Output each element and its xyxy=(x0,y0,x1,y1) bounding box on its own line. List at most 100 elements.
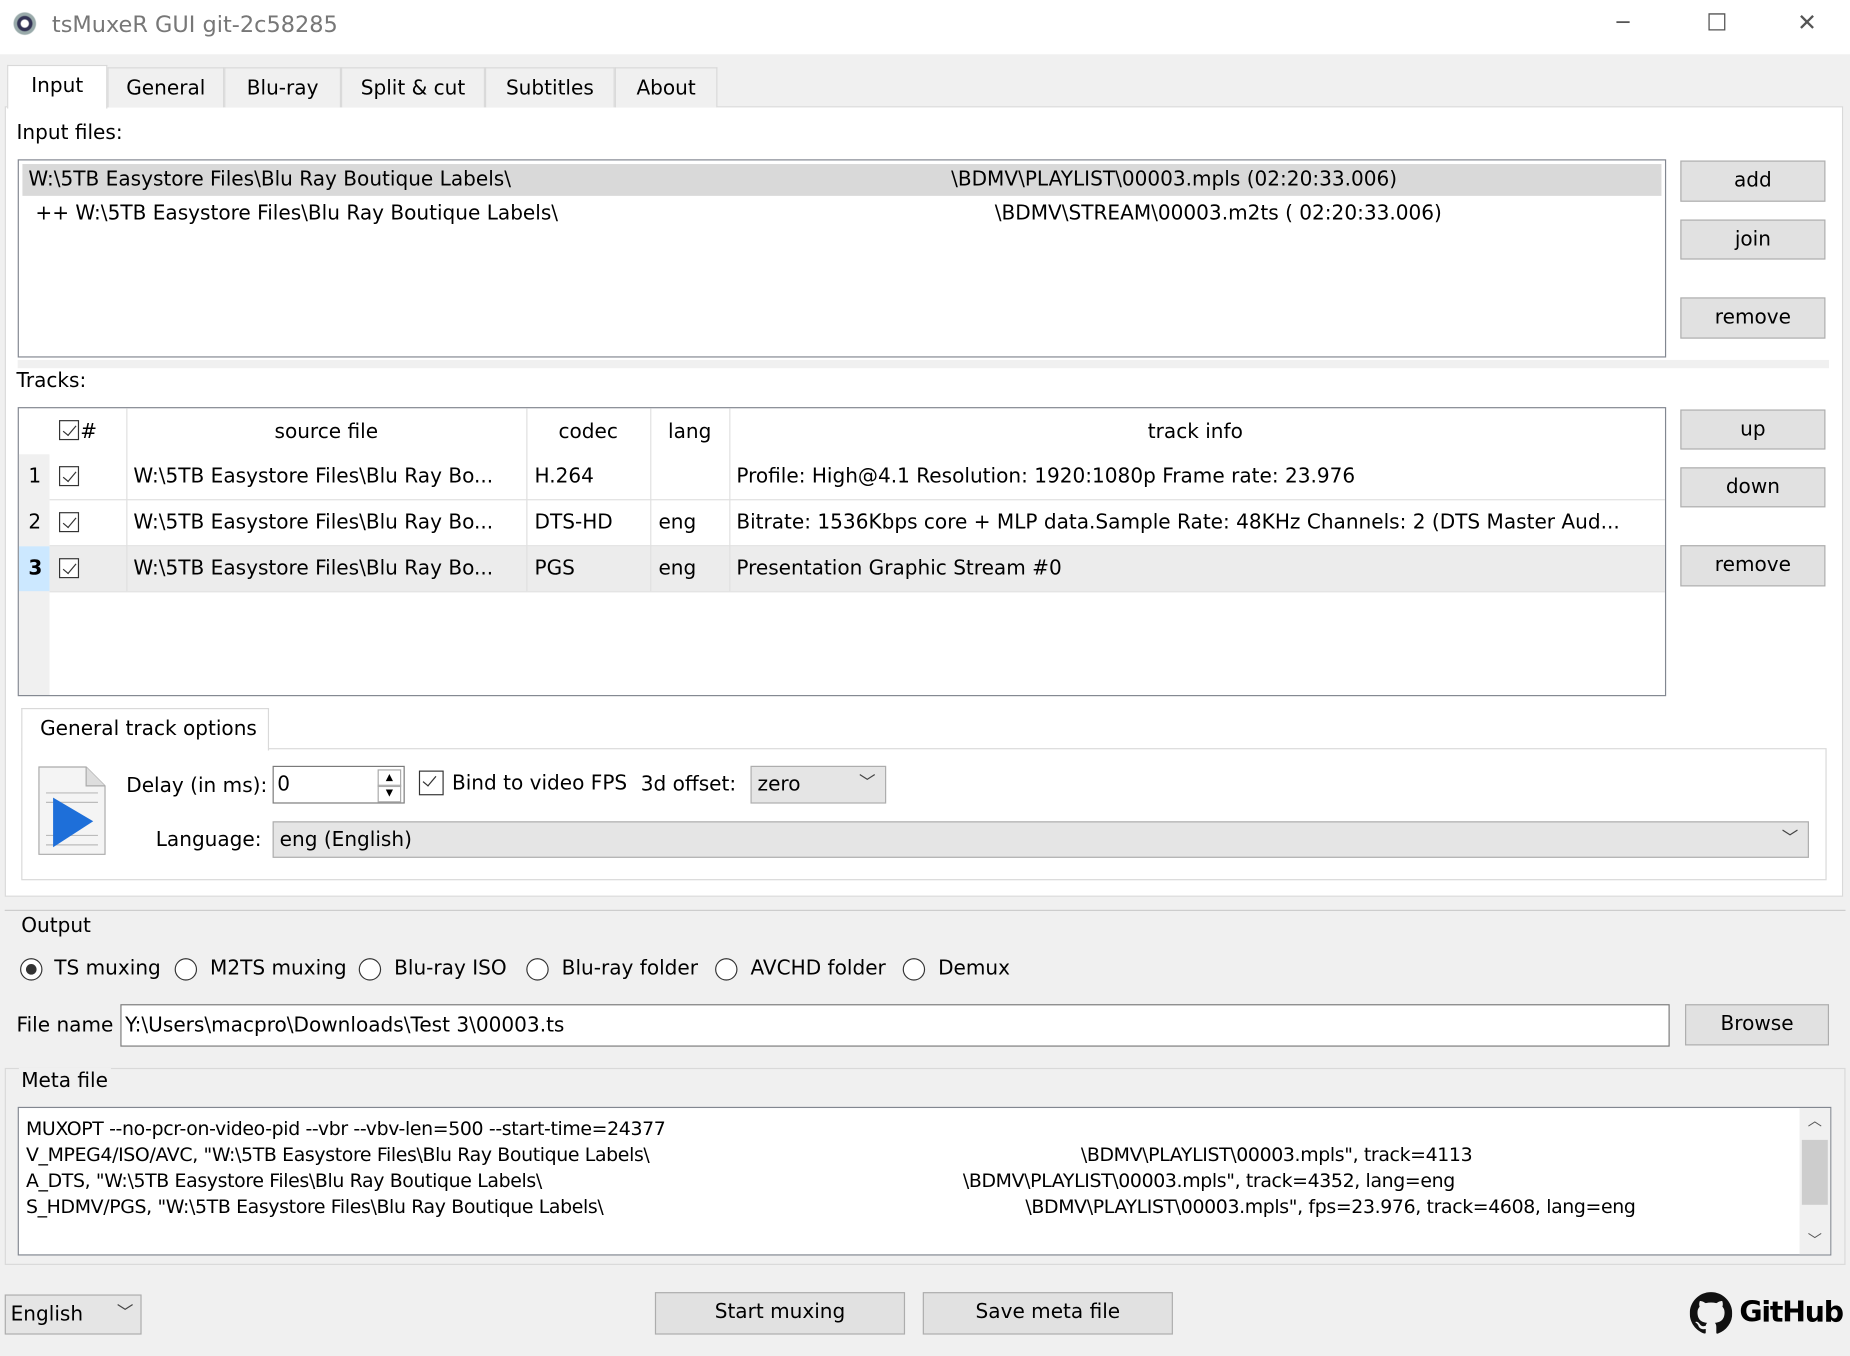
add-button[interactable]: add xyxy=(1680,160,1826,202)
meta-line-tail: \BDMV\PLAYLIST\00003.mpls", track=4352, … xyxy=(962,1169,1455,1192)
track-source: W:\5TB Easystore Files\Blu Ray Bo... xyxy=(133,510,494,535)
row-number: 3 xyxy=(28,556,43,581)
github-icon xyxy=(1689,1292,1733,1334)
blu-ray-folder-radio[interactable] xyxy=(526,958,549,981)
track-options-tab-label: General track options xyxy=(40,717,257,742)
track-codec: H.264 xyxy=(534,464,594,489)
offset-label: 3d offset: xyxy=(640,772,737,797)
scrollbar-thumb[interactable] xyxy=(1801,1139,1828,1205)
tab-input[interactable]: Input xyxy=(7,64,108,109)
scroll-down-icon[interactable]: ﹀ xyxy=(1799,1230,1830,1250)
bind-fps-label: Bind to video FPS xyxy=(451,771,628,796)
meta-line-tail: \BDMV\PLAYLIST\00003.mpls", fps=23.976, … xyxy=(1025,1195,1636,1218)
input-file-path: W:\5TB Easystore Files\Blu Ray Boutique … xyxy=(28,167,511,192)
offset-value: zero xyxy=(757,772,801,797)
avchd-folder-radio[interactable] xyxy=(715,958,738,981)
close-button[interactable]: ✕ xyxy=(1797,9,1817,35)
down-button[interactable]: down xyxy=(1680,467,1826,508)
window-title: tsMuxeR GUI git-2c58285 xyxy=(51,11,338,38)
tab-subtitles[interactable]: Subtitles xyxy=(484,67,615,108)
ts-muxing-radio[interactable] xyxy=(20,958,43,981)
row-number: 2 xyxy=(28,510,42,535)
tsmuxer-window: tsMuxeR GUI git-2c58285 ─ ☐ ✕ Input Gene… xyxy=(0,0,1850,1356)
tab-split-cut[interactable]: Split & cut xyxy=(341,67,485,108)
video-file-icon xyxy=(37,765,108,857)
language-value: eng (English) xyxy=(279,828,412,852)
remove-file-button[interactable]: remove xyxy=(1680,297,1826,339)
blu-ray-iso-radio[interactable] xyxy=(358,958,382,981)
language-label: Language: xyxy=(155,828,262,852)
up-button[interactable]: up xyxy=(1680,409,1826,450)
input-file-child-stream: \BDMV\STREAM\00003.m2ts ( 02:20:33.006) xyxy=(994,201,1442,226)
remove-track-button[interactable]: remove xyxy=(1680,545,1826,587)
track-enabled-checkbox[interactable] xyxy=(58,512,80,533)
github-link[interactable]: GitHub xyxy=(1689,1290,1844,1337)
spin-down-icon[interactable]: ▼ xyxy=(377,784,402,803)
track-info: Presentation Graphic Stream #0 xyxy=(736,556,1062,581)
start-muxing-button[interactable]: Start muxing xyxy=(654,1292,906,1335)
offset-select[interactable]: zero ﹀ xyxy=(750,765,887,804)
chevron-down-icon: ﹀ xyxy=(116,1303,134,1323)
minimize-button[interactable]: ─ xyxy=(1617,11,1630,37)
tab-blu-ray[interactable]: Blu-ray xyxy=(224,67,342,108)
blu-ray-folder-label[interactable]: Blu-ray folder xyxy=(562,956,698,982)
ui-language-value: English xyxy=(10,1302,84,1327)
file-name-value: Y:\Users\macpro\Downloads\Test 3\00003.t… xyxy=(125,1013,565,1038)
app-gear-icon xyxy=(11,10,38,37)
row-number: 1 xyxy=(28,464,42,489)
m2ts-muxing-radio[interactable] xyxy=(174,958,198,981)
demux-radio[interactable] xyxy=(902,958,926,981)
tab-about[interactable]: About xyxy=(614,67,718,108)
select-all-checkbox[interactable] xyxy=(58,420,80,441)
github-wordmark: GitHub xyxy=(1739,1295,1844,1329)
bind-fps-checkbox[interactable] xyxy=(418,770,444,796)
header-codec[interactable]: codec xyxy=(526,419,650,445)
meta-line: V_MPEG4/ISO/AVC, "W:\5TB Easystore Files… xyxy=(25,1143,650,1166)
input-file-playlist: \BDMV\PLAYLIST\00003.mpls (02:20:33.006) xyxy=(951,167,1398,192)
track-source: W:\5TB Easystore Files\Blu Ray Bo... xyxy=(133,464,494,489)
splitter[interactable] xyxy=(17,359,1829,369)
tracks-label: Tracks: xyxy=(16,369,87,393)
m2ts-muxing-label[interactable]: M2TS muxing xyxy=(210,956,347,982)
ts-muxing-label[interactable]: TS muxing xyxy=(54,956,161,982)
header-lang[interactable]: lang xyxy=(650,419,729,445)
browse-button[interactable]: Browse xyxy=(1685,1004,1829,1046)
file-name-input[interactable]: Y:\Users\macpro\Downloads\Test 3\00003.t… xyxy=(120,1004,1670,1047)
meta-line: S_HDMV/PGS, "W:\5TB Easystore Files\Blu … xyxy=(25,1195,604,1218)
ui-language-select[interactable]: English ﹀ xyxy=(4,1294,142,1335)
meta-line: MUXOPT --no-pcr-on-video-pid --vbr --vbv… xyxy=(25,1117,666,1140)
scroll-up-icon[interactable]: ︿ xyxy=(1799,1110,1830,1130)
meta-file-label: Meta file xyxy=(18,1067,111,1094)
track-enabled-checkbox[interactable] xyxy=(58,558,80,579)
maximize-button[interactable]: ☐ xyxy=(1706,9,1727,35)
blu-ray-iso-label[interactable]: Blu-ray ISO xyxy=(394,956,507,982)
input-file-child-path: ++ W:\5TB Easystore Files\Blu Ray Boutiq… xyxy=(35,201,559,226)
avchd-folder-label[interactable]: AVCHD folder xyxy=(750,956,885,982)
file-name-label: File name xyxy=(16,1013,114,1038)
language-select[interactable]: eng (English) ﹀ xyxy=(272,821,1809,858)
header-source-file[interactable]: source file xyxy=(126,419,526,445)
delay-spinbox[interactable]: 0 ▲ ▼ xyxy=(272,765,405,804)
input-files-label: Input files: xyxy=(16,121,123,146)
meta-line: A_DTS, "W:\5TB Easystore Files\Blu Ray B… xyxy=(25,1169,542,1192)
chevron-down-icon: ﹀ xyxy=(1781,829,1799,849)
track-codec: DTS-HD xyxy=(534,510,613,535)
header-num: # xyxy=(80,420,98,444)
output-group-border xyxy=(4,909,1846,911)
track-codec: PGS xyxy=(534,556,575,581)
tab-general[interactable]: General xyxy=(107,67,225,108)
output-label: Output xyxy=(21,914,91,939)
track-info: Bitrate: 1536Kbps core + MLP data.Sample… xyxy=(736,510,1620,535)
track-lang: eng xyxy=(658,510,697,535)
meta-scrollbar[interactable]: ︿ ﹀ xyxy=(1799,1108,1831,1255)
header-track-info[interactable]: track info xyxy=(729,419,1661,445)
demux-label[interactable]: Demux xyxy=(938,956,1010,982)
chevron-down-icon: ﹀ xyxy=(859,774,876,793)
save-meta-file-button[interactable]: Save meta file xyxy=(922,1292,1173,1335)
track-enabled-checkbox[interactable] xyxy=(58,466,80,487)
delay-label: Delay (in ms): xyxy=(126,774,268,798)
track-lang: eng xyxy=(658,556,697,581)
join-button[interactable]: join xyxy=(1680,219,1826,260)
delay-value: 0 xyxy=(277,772,291,797)
track-info: Profile: High@4.1 Resolution: 1920:1080p… xyxy=(736,464,1356,489)
